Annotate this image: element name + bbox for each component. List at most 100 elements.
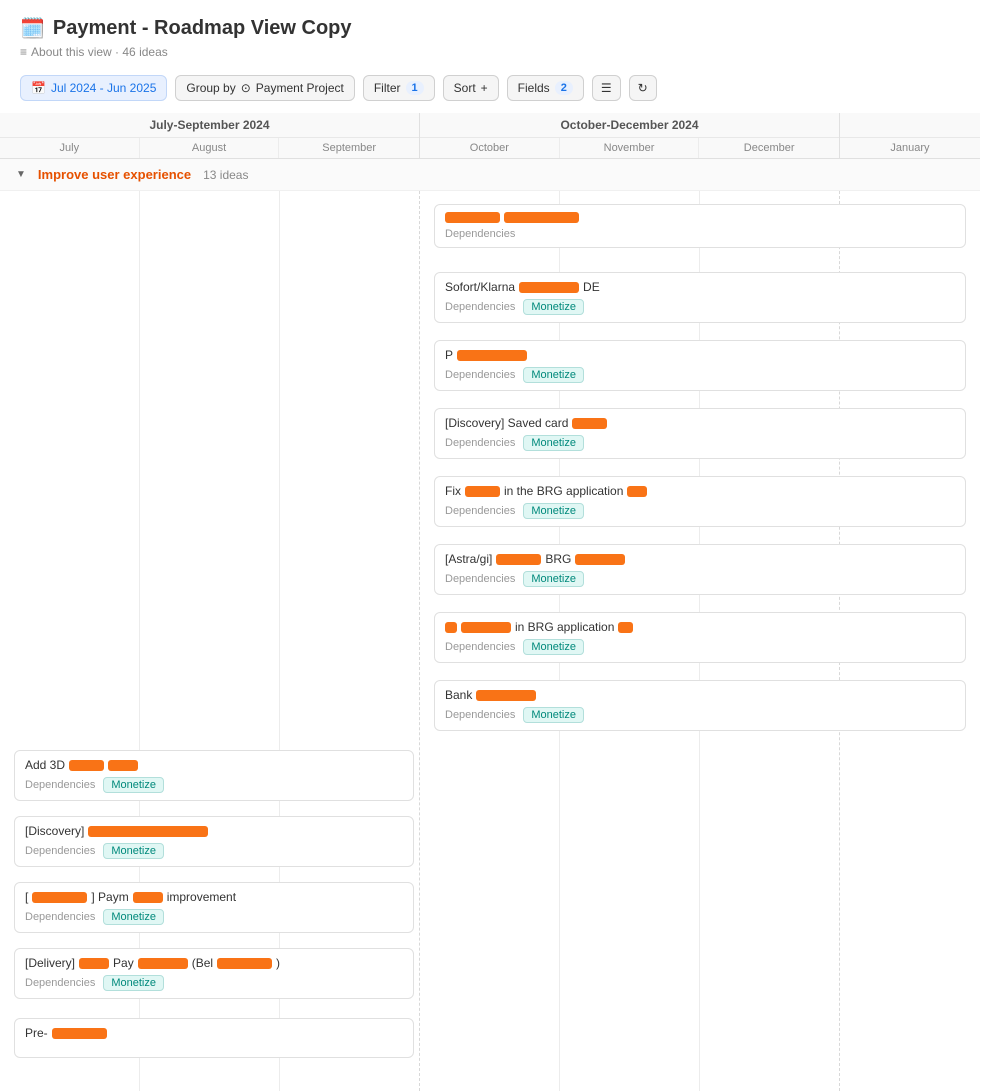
card-12-title: [Delivery] Pay (Bel )	[25, 956, 403, 970]
roadmap-card-12[interactable]: [Delivery] Pay (Bel ) Dependencies Monet…	[14, 948, 414, 999]
card-6-text1: [Astra/gi]	[445, 552, 492, 566]
card-7-monetize: Monetize	[523, 639, 584, 655]
group-by-button[interactable]: Group by ⊙ Payment Project	[175, 75, 354, 101]
card-4-redact	[572, 418, 607, 429]
page-title: 🗓️ Payment - Roadmap View Copy	[20, 16, 979, 41]
fields-button[interactable]: Fields 2	[507, 75, 584, 101]
date-range-button[interactable]: 📅 Jul 2024 - Jun 2025	[20, 75, 167, 101]
card-12-text4: )	[276, 956, 280, 970]
card-6-text2: BRG	[545, 552, 571, 566]
sort-label: Sort	[454, 81, 476, 95]
filter-button[interactable]: Filter 1	[363, 75, 435, 101]
roadmap-card-9[interactable]: Add 3D Dependencies Monetize	[14, 750, 414, 801]
card-7-title: in BRG application	[445, 620, 955, 634]
card-11-title: [ ] Paym improvement	[25, 890, 403, 904]
month-september: September	[279, 138, 419, 158]
filter-label: Filter	[374, 81, 401, 95]
card-4-title: [Discovery] Saved card	[445, 416, 955, 430]
card-2-meta: Dependencies Monetize	[445, 299, 955, 315]
card-8-deps: Dependencies	[445, 709, 515, 721]
card-12-text3: (Bel	[192, 956, 213, 970]
title-icon: 🗓️	[20, 16, 45, 41]
card-8-title: Bank	[445, 688, 955, 702]
q3-label: July-September 2024	[0, 113, 419, 138]
about-text: About this view · 46 ideas	[31, 45, 168, 59]
page-header: 🗓️ Payment - Roadmap View Copy ≡ About t…	[0, 0, 999, 67]
toolbar: 📅 Jul 2024 - Jun 2025 Group by ⊙ Payment…	[0, 67, 999, 113]
card-3-monetize: Monetize	[523, 367, 584, 383]
card-9-title: Add 3D	[25, 758, 403, 772]
month-december: December	[699, 138, 839, 158]
roadmap-card-2[interactable]: Sofort/Klarna DE Dependencies Monetize	[434, 272, 966, 323]
card-6-title: [Astra/gi] BRG	[445, 552, 955, 566]
card-2-deps: Dependencies	[445, 301, 515, 313]
card-3-title: P	[445, 348, 955, 362]
card-8-meta: Dependencies Monetize	[445, 707, 955, 723]
quarter-q3: July-September 2024 July August Septembe…	[0, 113, 420, 158]
roadmap-card-13[interactable]: Pre-	[14, 1018, 414, 1058]
sort-plus-icon: +	[481, 81, 488, 95]
card-11-bracket: [	[25, 890, 28, 904]
quarter-q1: January	[840, 113, 980, 158]
idea-count: 13 ideas	[203, 168, 248, 182]
card-12-text2: Pay	[113, 956, 134, 970]
card-4-monetize: Monetize	[523, 435, 584, 451]
card-10-monetize: Monetize	[103, 843, 164, 859]
card-12-meta: Dependencies Monetize	[25, 975, 403, 991]
card-13-redact	[52, 1028, 107, 1039]
card-9-meta: Dependencies Monetize	[25, 777, 403, 793]
card-7-redact3	[618, 622, 633, 633]
card-12-deps: Dependencies	[25, 977, 95, 989]
card-10-redact	[88, 826, 208, 837]
card-1-redact-1	[445, 212, 500, 223]
card-5-redact1	[465, 486, 500, 497]
card-7-text: in BRG application	[515, 620, 614, 634]
month-august: August	[140, 138, 280, 158]
view-icon: ≡	[20, 45, 27, 59]
roadmap-card-1[interactable]: Dependencies	[434, 204, 966, 248]
card-12-redact1	[79, 958, 109, 969]
fields-label: Fields	[518, 81, 550, 95]
card-11-meta: Dependencies Monetize	[25, 909, 403, 925]
card-1-deps: Dependencies	[445, 228, 515, 240]
card-2-title: Sofort/Klarna DE	[445, 280, 955, 294]
card-1-redact-2	[504, 212, 579, 223]
calendar-icon: 📅	[31, 81, 46, 95]
month-november: November	[560, 138, 700, 158]
roadmap-card-7[interactable]: in BRG application Dependencies Monetize	[434, 612, 966, 663]
card-3-redact	[457, 350, 527, 361]
card-3-deps: Dependencies	[445, 369, 515, 381]
card-2-monetize: Monetize	[523, 299, 584, 315]
roadmap-card-10[interactable]: [Discovery] Dependencies Monetize	[14, 816, 414, 867]
card-2-text2: DE	[583, 280, 600, 294]
card-5-monetize: Monetize	[523, 503, 584, 519]
card-6-redact2	[575, 554, 625, 565]
card-5-redact2	[627, 486, 647, 497]
card-11-redact2	[133, 892, 163, 903]
card-3-meta: Dependencies Monetize	[445, 367, 955, 383]
page-wrapper: 🗓️ Payment - Roadmap View Copy ≡ About t…	[0, 0, 999, 1091]
sort-button[interactable]: Sort +	[443, 75, 499, 101]
card-12-text1: [Delivery]	[25, 956, 75, 970]
roadmap-card-4[interactable]: [Discovery] Saved card Dependencies Mone…	[434, 408, 966, 459]
card-8-text: Bank	[445, 688, 472, 702]
list-view-button[interactable]: ☰	[592, 75, 621, 101]
card-12-redact3	[217, 958, 272, 969]
timeline-header: July-September 2024 July August Septembe…	[0, 113, 980, 159]
group-toggle-icon[interactable]: ▼	[16, 169, 26, 180]
card-5-text1: Fix	[445, 484, 461, 498]
refresh-button[interactable]: ↻	[629, 75, 657, 101]
list-icon: ☰	[601, 81, 612, 95]
card-5-title: Fix in the BRG application	[445, 484, 955, 498]
card-11-deps: Dependencies	[25, 911, 95, 923]
roadmap-card-6[interactable]: [Astra/gi] BRG Dependencies Monetize	[434, 544, 966, 595]
roadmap-card-8[interactable]: Bank Dependencies Monetize	[434, 680, 966, 731]
roadmap-card-11[interactable]: [ ] Paym improvement Dependencies Moneti…	[14, 882, 414, 933]
date-range-label: Jul 2024 - Jun 2025	[51, 81, 156, 95]
q3-months: July August September	[0, 138, 419, 158]
roadmap-card-3[interactable]: P Dependencies Monetize	[434, 340, 966, 391]
q4-months: October November December	[420, 138, 839, 158]
roadmap-card-5[interactable]: Fix in the BRG application Dependencies …	[434, 476, 966, 527]
card-13-title: Pre-	[25, 1026, 403, 1040]
card-12-monetize: Monetize	[103, 975, 164, 991]
